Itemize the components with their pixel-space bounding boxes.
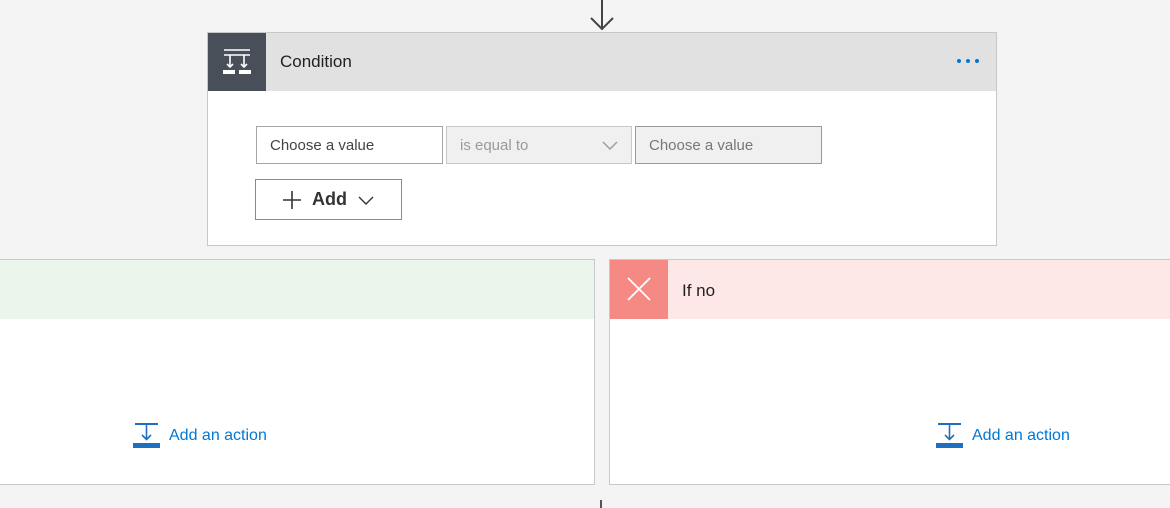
right-value-input[interactable]: Choose a value [635,126,822,164]
more-dot-icon [957,59,961,63]
more-options-button[interactable] [948,46,988,76]
add-action-label: Add an action [972,426,1070,444]
arrow-down-icon [590,0,614,31]
condition-card: Condition Choose a value is equal to Cho… [207,32,997,246]
if-no-title: If no [682,281,716,300]
left-value-input[interactable]: Choose a value [256,126,443,164]
chevron-down-icon [602,141,618,150]
left-value-placeholder: Choose a value [270,136,375,154]
if-no-branch: If no Add an action [609,259,1170,485]
if-no-header[interactable]: If no [610,260,1170,319]
operator-select[interactable]: is equal to [446,126,632,164]
condition-header[interactable]: Condition [208,33,996,91]
add-action-button[interactable]: Add an action [133,422,267,449]
condition-title: Condition [280,52,352,71]
add-button[interactable]: Add [255,179,402,220]
more-dot-icon [975,59,979,63]
more-dot-icon [966,59,970,63]
add-button-label: Add [312,189,347,209]
chevron-down-icon [358,196,374,205]
add-action-icon [133,423,160,448]
operator-selected-value: is equal to [460,136,529,154]
if-yes-branch: Add an action [0,259,595,485]
right-value-placeholder: Choose a value [649,136,754,154]
if-yes-header[interactable] [0,260,594,319]
connector-line [600,500,602,508]
add-action-label: Add an action [169,426,267,444]
condition-icon [208,33,266,91]
add-action-button[interactable]: Add an action [936,422,1070,449]
plus-icon [283,190,301,209]
close-icon [610,260,668,319]
add-action-icon [936,423,963,448]
